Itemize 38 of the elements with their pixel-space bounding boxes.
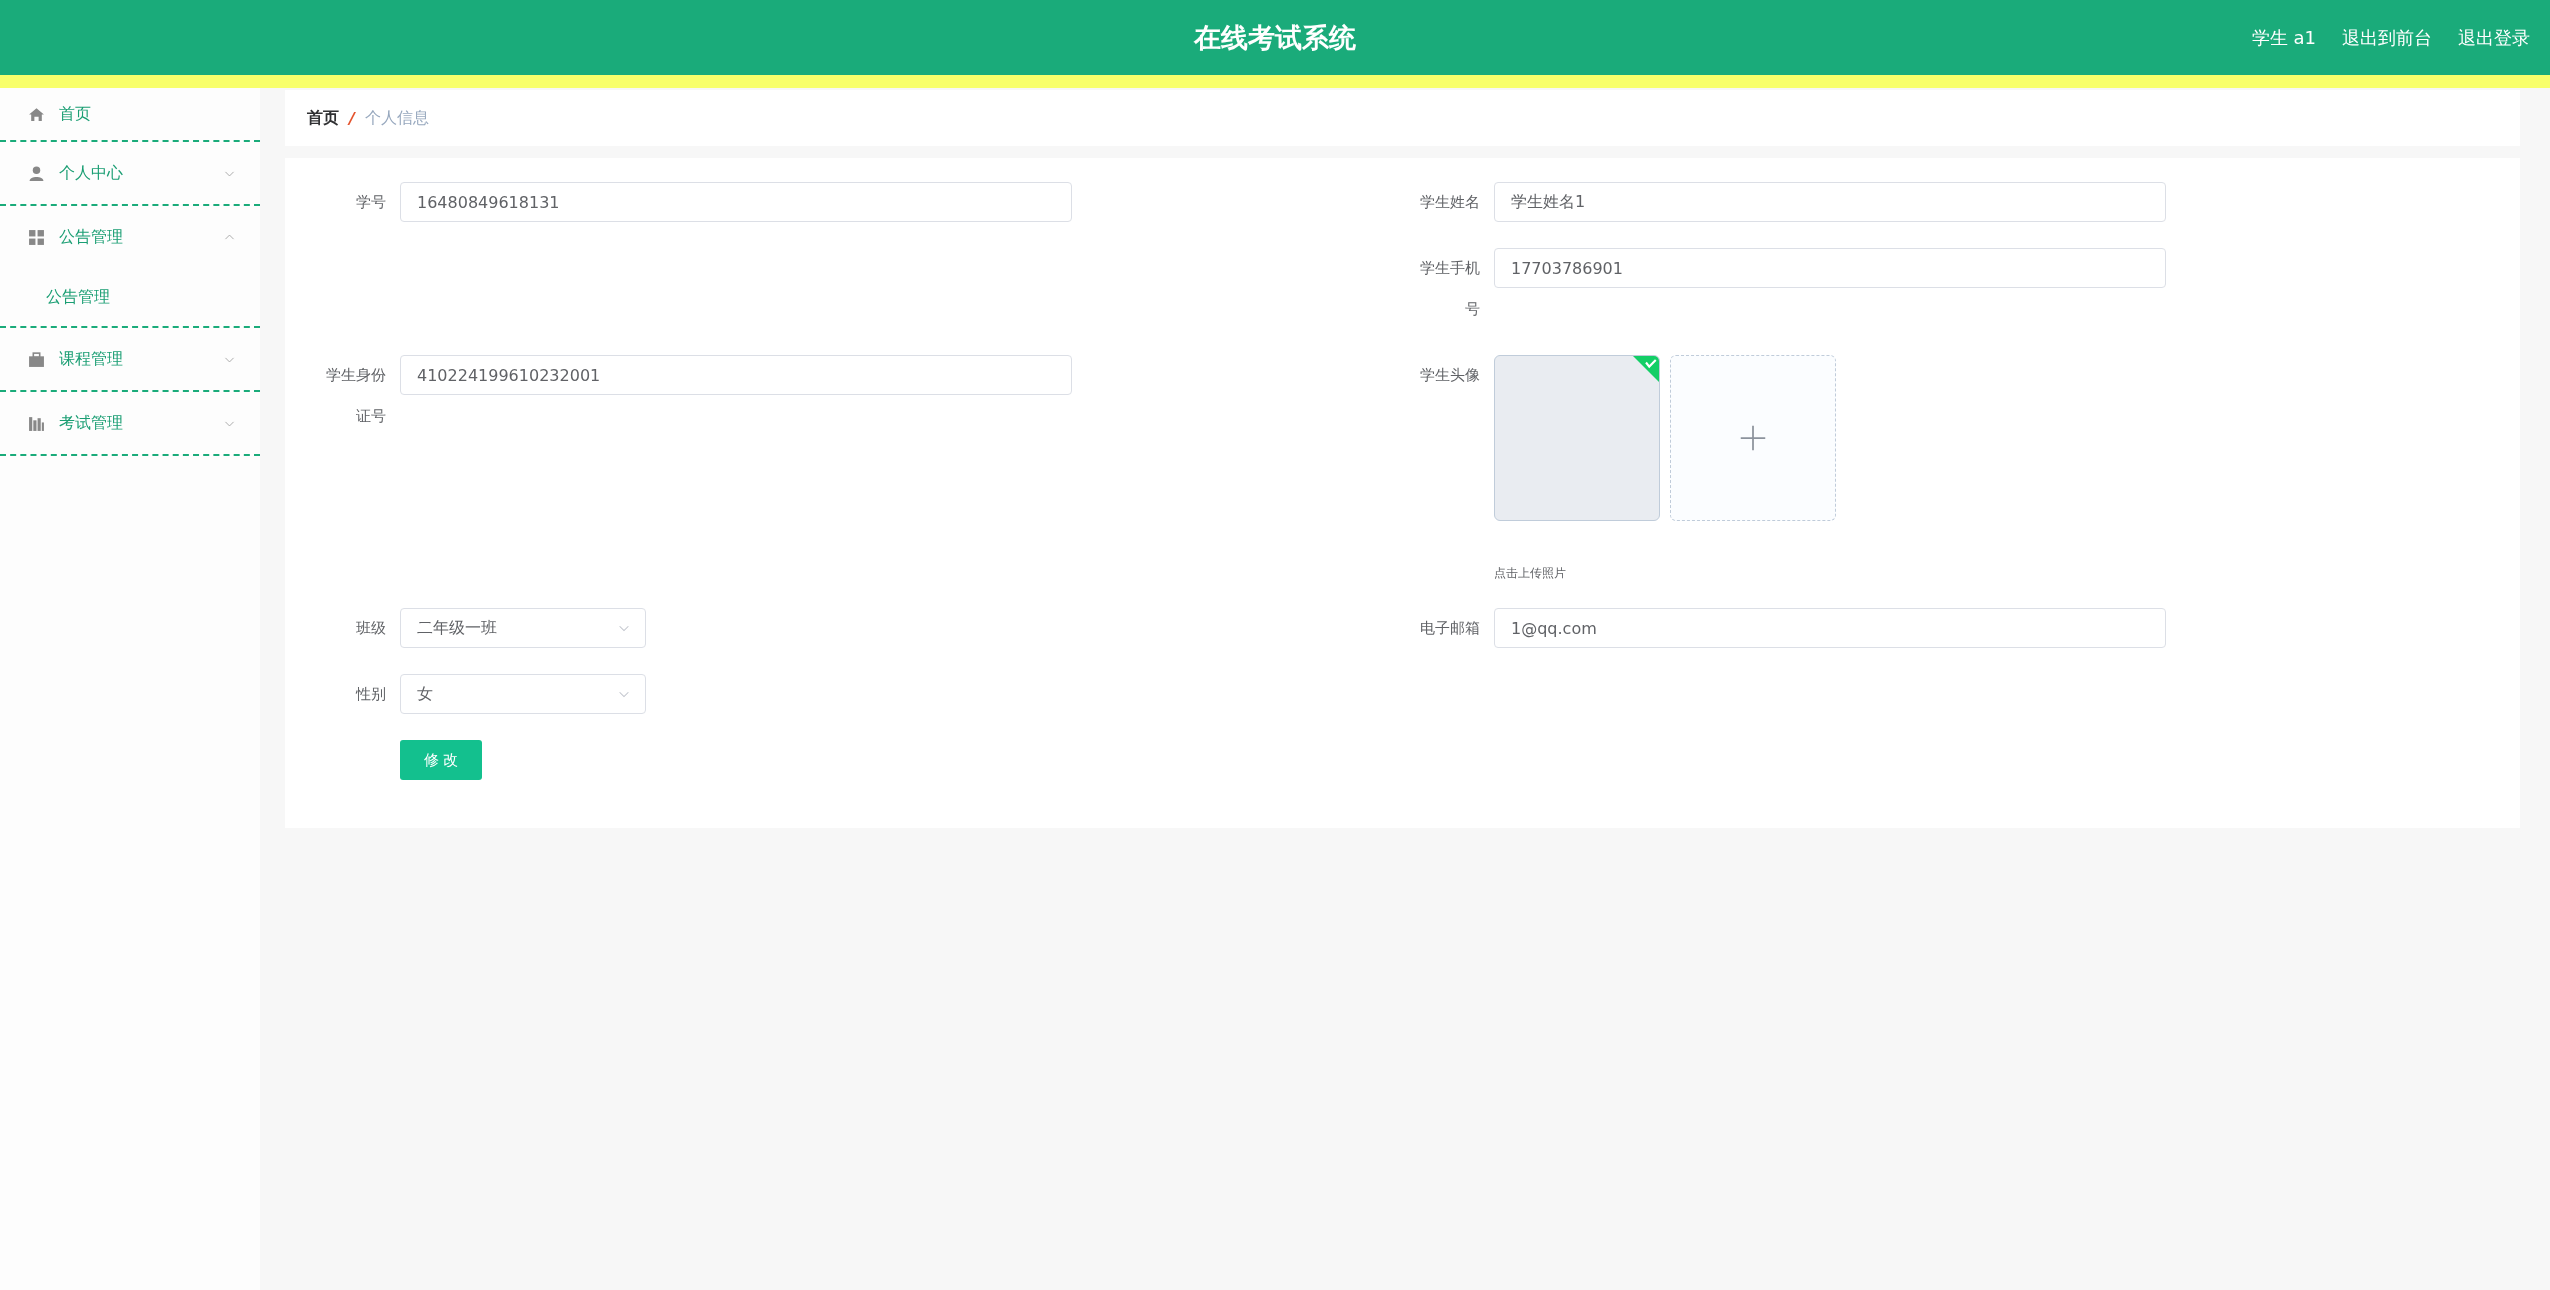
home-icon <box>28 105 45 123</box>
dropdown-field[interactable]: 女 <box>400 674 646 714</box>
breadcrumb-separator: / <box>349 108 355 128</box>
app-title: 在线考试系统 <box>1194 20 1356 55</box>
menu-item[interactable]: 首页 <box>0 88 260 140</box>
field-label: 班级 <box>355 618 386 639</box>
upload-button[interactable] <box>1670 355 1836 521</box>
menu-item[interactable]: 课程管理 <box>0 328 260 390</box>
briefcase-icon <box>28 350 45 368</box>
input-field[interactable]: 1@qq.com <box>1494 608 2166 648</box>
check-icon <box>1633 356 1659 382</box>
user-name-link[interactable]: 学生 a1 <box>2251 25 2316 50</box>
menu-item[interactable]: 考试管理 <box>0 392 260 454</box>
field-label: 学生头像 <box>1419 365 1480 386</box>
upload-hint: 点击上传照片 <box>1494 565 1567 582</box>
submit-button[interactable]: 修 改 <box>400 740 482 780</box>
field-label: 学生手机号 <box>1419 258 1480 320</box>
field-label: 性别 <box>354 684 386 705</box>
field-label: 学生身份证号 <box>325 365 386 427</box>
field-label: 电子邮箱 <box>1419 618 1480 639</box>
menu-item[interactable]: 个人中心 <box>0 142 260 204</box>
header-link[interactable]: 退出到前台 <box>2342 25 2432 50</box>
input-field[interactable]: 17703786901 <box>1494 248 2166 288</box>
user-icon <box>28 164 45 182</box>
breadcrumb-current: 个人信息 <box>364 107 429 129</box>
field-label: 学号 <box>355 192 386 213</box>
bar-chart-icon <box>28 414 45 432</box>
input-field[interactable]: 16480849618131 <box>400 182 1072 222</box>
breadcrumb-link[interactable]: 首页 <box>307 107 339 129</box>
plus-icon <box>1739 424 1767 452</box>
input-field[interactable]: 410224199610232001 <box>400 355 1072 395</box>
header-link[interactable]: 退出登录 <box>2458 25 2530 50</box>
submenu-item[interactable]: 公告管理 <box>0 268 260 326</box>
menu-item[interactable]: 公告管理 <box>0 206 260 268</box>
field-label: 学生姓名 <box>1419 192 1480 213</box>
grid-icon <box>28 228 45 246</box>
input-field[interactable]: 学生姓名1 <box>1494 182 2166 222</box>
dropdown-field[interactable]: 二年级一班 <box>400 608 646 648</box>
